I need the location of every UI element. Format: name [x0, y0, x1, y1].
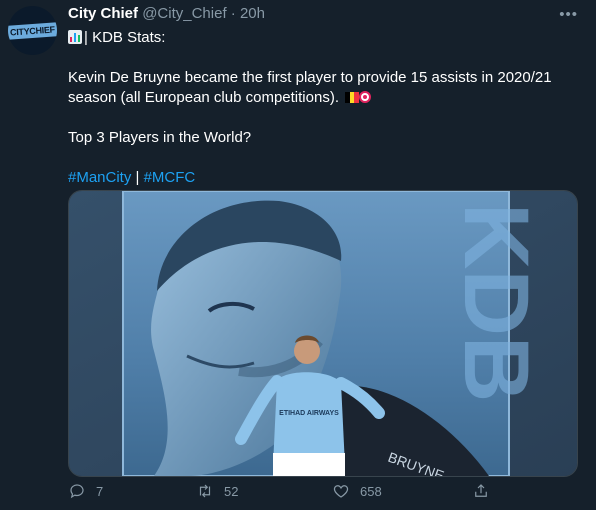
retweet-icon	[199, 484, 211, 498]
shirt-sponsor: ETIHAD AIRWAYS	[279, 410, 339, 417]
display-name[interactable]: City Chief	[68, 5, 138, 22]
heart-icon	[333, 485, 349, 498]
tweet-line-2-wrap: Kevin De Bruyne became the first player …	[68, 68, 580, 108]
more-options-icon[interactable]: •••	[559, 6, 578, 23]
tweet-media[interactable]: KDB BRUYNE ETIHAD AIRWAYS	[68, 190, 578, 477]
tweet-text: | KDB Stats: Kevin De Bruyne became the …	[68, 28, 580, 188]
avatar-logo: CITYCHIEF	[8, 21, 57, 40]
tweet-line-2: Kevin De Bruyne became the first player …	[68, 69, 552, 106]
belgium-flag-icon	[344, 89, 359, 103]
reply-count: 7	[96, 483, 104, 499]
retweet-button[interactable]: 52	[196, 482, 238, 500]
tweet-line-1: | KDB Stats:	[84, 29, 166, 46]
kdb-big-letters: KDB	[445, 203, 547, 402]
tweet-line-3: Top 3 Players in the World?	[68, 129, 252, 146]
bar-chart-icon	[68, 30, 82, 44]
avatar[interactable]: CITYCHIEF	[8, 6, 57, 55]
tweet-line-stats: | KDB Stats:	[68, 28, 580, 48]
timestamp[interactable]: 20h	[240, 5, 265, 22]
hashtag-separator: |	[131, 169, 144, 186]
reply-icon	[70, 484, 84, 499]
share-icon	[475, 484, 487, 497]
target-icon	[358, 91, 371, 103]
like-count: 658	[360, 483, 382, 499]
user-handle[interactable]: @City_Chief	[142, 5, 226, 22]
retweet-count: 52	[224, 483, 239, 499]
tweet-header: City Chief @City_Chief · 20h	[68, 4, 265, 24]
kdb-graphic: KDB BRUYNE ETIHAD AIRWAYS	[69, 191, 577, 476]
tweet-actions: 7 52 658	[68, 482, 508, 506]
hashtag-line: #ManCity | #MCFC	[68, 168, 580, 188]
separator-dot: ·	[230, 5, 236, 22]
share-button[interactable]	[472, 482, 490, 500]
hashtag-mcfc[interactable]: #MCFC	[144, 169, 196, 186]
reply-button[interactable]: 7	[68, 482, 103, 500]
hashtag-mancity[interactable]: #ManCity	[68, 169, 131, 186]
like-button[interactable]: 658	[332, 482, 382, 500]
